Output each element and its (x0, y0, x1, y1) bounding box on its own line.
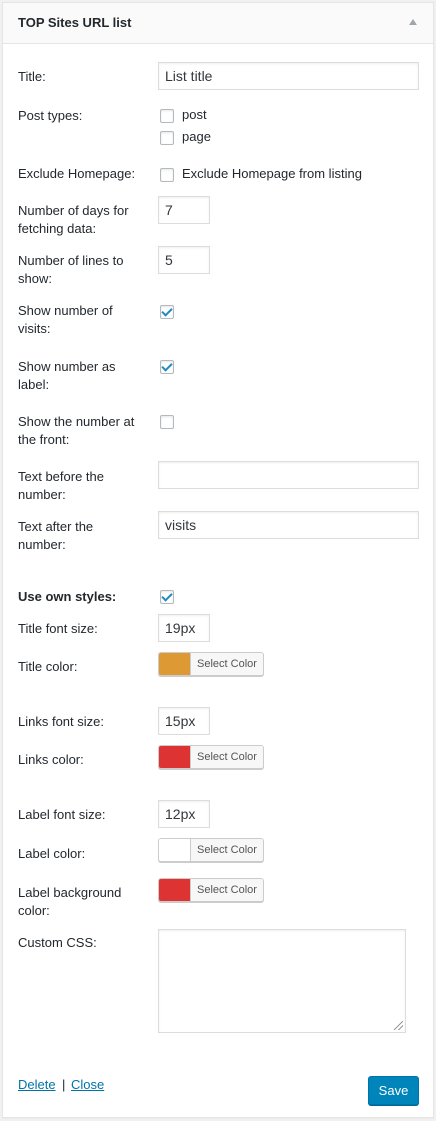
title-label: Title: (18, 69, 46, 84)
post-type-post-checkbox[interactable] (160, 109, 174, 123)
delete-link[interactable]: Delete (18, 1076, 56, 1094)
show-as-label-line2: label: (18, 377, 50, 392)
custom-css-textarea[interactable] (158, 929, 406, 1033)
post-type-page-label: page (182, 129, 211, 144)
exclude-homepage-checkbox[interactable] (160, 168, 174, 182)
own-styles-label: Use own styles: (18, 589, 117, 604)
widget-header[interactable]: TOP Sites URL list (3, 3, 433, 44)
label-bg-color-label-line1: Label background (18, 885, 122, 900)
show-visits-label-line2: visits: (18, 321, 51, 336)
label-bg-color-picker-button[interactable]: Select Color (158, 878, 264, 902)
post-type-page-checkbox[interactable] (160, 131, 174, 145)
show-as-label-line1: Show number as (18, 359, 116, 374)
days-input[interactable]: 7 (158, 196, 210, 224)
title-color-swatch (159, 653, 190, 675)
title-color-label: Title color: (18, 659, 78, 674)
text-after-label-line1: Text after the (18, 519, 94, 534)
links-color-label: Links color: (18, 752, 84, 767)
save-button[interactable]: Save (368, 1076, 419, 1105)
title-font-size-label: Title font size: (18, 621, 98, 636)
label-color-picker-button[interactable]: Select Color (158, 838, 264, 862)
text-before-label-line2: number: (18, 487, 66, 502)
label-font-size-label: Label font size: (18, 807, 106, 822)
title-input[interactable]: List title (158, 62, 419, 90)
close-link[interactable]: Close (71, 1076, 104, 1094)
title-color-button-label: Select Color (190, 653, 263, 675)
label-bg-color-swatch (159, 879, 190, 901)
title-color-picker-button[interactable]: Select Color (158, 652, 264, 676)
label-bg-color-button-label: Select Color (190, 879, 263, 901)
links-color-picker-button[interactable]: Select Color (158, 745, 264, 769)
lines-input[interactable]: 5 (158, 246, 210, 274)
title-font-size-input[interactable]: 19px (158, 614, 210, 642)
number-front-label-line1: Show the number at (18, 414, 135, 429)
days-label-line2: fetching data: (18, 221, 97, 236)
label-color-swatch (159, 839, 190, 861)
show-as-label-checkbox[interactable] (160, 360, 174, 374)
text-before-input[interactable] (158, 461, 419, 489)
days-label-line1: Number of days for (18, 203, 129, 218)
links-font-size-label: Links font size: (18, 714, 104, 729)
widget-panel: TOP Sites URL list Title: List title Pos… (2, 2, 434, 1118)
show-visits-label-line1: Show number of (18, 303, 113, 318)
label-color-button-label: Select Color (190, 839, 263, 861)
resize-grip-icon[interactable] (394, 1021, 403, 1030)
label-color-label: Label color: (18, 846, 86, 861)
exclude-homepage-label: Exclude Homepage: (18, 166, 136, 181)
links-color-swatch (159, 746, 190, 768)
show-visits-checkbox[interactable] (160, 305, 174, 319)
links-font-size-input[interactable]: 15px (158, 707, 210, 735)
action-separator: | (62, 1077, 66, 1092)
post-types-label: Post types: (18, 108, 83, 123)
number-front-label-line2: the front: (18, 432, 70, 447)
lines-label-line2: show: (18, 271, 52, 286)
text-after-label-line2: number: (18, 537, 66, 552)
post-type-post-label: post (182, 107, 207, 122)
custom-css-label: Custom CSS: (18, 935, 97, 950)
label-font-size-input[interactable]: 12px (158, 800, 210, 828)
own-styles-checkbox[interactable] (160, 590, 174, 604)
triangle-up-icon[interactable] (409, 19, 417, 25)
links-color-button-label: Select Color (190, 746, 263, 768)
label-bg-color-label-line2: color: (18, 903, 50, 918)
text-before-label-line1: Text before the (18, 469, 104, 484)
lines-label-line1: Number of lines to (18, 253, 124, 268)
number-front-checkbox[interactable] (160, 415, 174, 429)
widget-title: TOP Sites URL list (18, 15, 132, 30)
text-after-input[interactable]: visits (158, 511, 419, 539)
exclude-homepage-option: Exclude Homepage from listing (182, 166, 362, 181)
